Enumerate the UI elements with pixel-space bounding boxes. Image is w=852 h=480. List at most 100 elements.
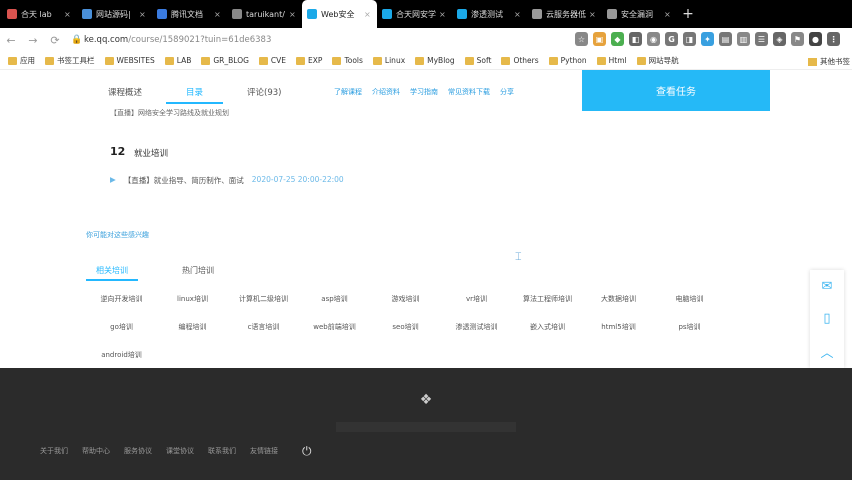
footer-link[interactable]: 关于我们	[40, 446, 68, 456]
tab-close-icon[interactable]: ×	[289, 10, 297, 19]
sub-nav-link[interactable]: 了解课程	[334, 87, 362, 97]
browser-tab[interactable]: 网站源码| ×	[77, 0, 152, 28]
feedback-icon[interactable]: ✉	[817, 276, 837, 296]
new-tab-button[interactable]: +	[677, 0, 699, 28]
browser-tab[interactable]: Web安全 ×	[302, 0, 377, 28]
training-tag-link[interactable]: linux培训	[157, 294, 228, 304]
ext-7-icon[interactable]: ▤	[719, 32, 732, 46]
footer-links: 关于我们 帮助中心 服务协议 课堂协议 联系我们 友情链接	[40, 446, 278, 456]
ext-g-icon[interactable]: G	[665, 32, 678, 46]
training-tag-link[interactable]: html5培训	[583, 322, 654, 332]
training-tag-link[interactable]: 计算机二级培训	[228, 294, 299, 304]
menu-icon[interactable]: ⋮	[827, 32, 840, 46]
bookmark-item[interactable]: WEBSITES	[104, 56, 155, 65]
training-tag-link[interactable]: 电脑培训	[654, 294, 725, 304]
browser-tab[interactable]: 合天网安学 ×	[377, 0, 452, 28]
ext-4-icon[interactable]: ◉	[647, 32, 660, 46]
reload-icon[interactable]: ⟳	[44, 34, 66, 47]
phone-icon[interactable]: ▯	[817, 309, 837, 329]
training-tag-link[interactable]: 大数据培训	[583, 294, 654, 304]
browser-tab[interactable]: 合天 lab ×	[2, 0, 77, 28]
bookmark-item[interactable]: Tools	[332, 56, 363, 65]
bookmark-item[interactable]: 书签工具栏	[45, 55, 95, 66]
training-tag-link[interactable]: c语言培训	[228, 322, 299, 332]
lesson-item-partial[interactable]: 【直播】网络安全学习路线及就业规划	[110, 108, 229, 118]
forward-icon[interactable]: →	[22, 34, 44, 47]
footer-link[interactable]: 帮助中心	[82, 446, 110, 456]
ext-3-icon[interactable]: ◧	[629, 32, 642, 46]
bookmark-item[interactable]: CVE	[258, 56, 286, 65]
course-tab[interactable]: 评论(93)	[239, 82, 289, 104]
tab-close-icon[interactable]: ×	[214, 10, 222, 19]
ext-9-icon[interactable]: ☰	[755, 32, 768, 46]
footer-link[interactable]: 服务协议	[124, 446, 152, 456]
bookmark-item[interactable]: MyBlog	[415, 56, 455, 65]
bookmark-item[interactable]: 应用	[8, 55, 35, 66]
training-tag-link[interactable]: android培训	[86, 350, 157, 360]
related-tab[interactable]: 热门培训	[172, 262, 224, 281]
browser-tab[interactable]: taruikant/ ×	[227, 0, 302, 28]
other-bookmarks[interactable]: 其他书签	[808, 56, 850, 67]
training-tag-link[interactable]: go培训	[86, 322, 157, 332]
footer-link[interactable]: 课堂协议	[166, 446, 194, 456]
bookmark-item[interactable]: Python	[548, 56, 587, 65]
ext-11-icon[interactable]: ⚑	[791, 32, 804, 46]
ext-8-icon[interactable]: ▥	[737, 32, 750, 46]
tab-close-icon[interactable]: ×	[139, 10, 147, 19]
training-tag-link[interactable]: web前端培训	[299, 322, 370, 332]
back-to-top-icon[interactable]: ︿	[817, 342, 837, 362]
tab-close-icon[interactable]: ×	[64, 10, 72, 19]
training-tag-link[interactable]: asp培训	[299, 294, 370, 304]
browser-tab[interactable]: 云服务器低 ×	[527, 0, 602, 28]
ext-5-icon[interactable]: ◨	[683, 32, 696, 46]
power-icon[interactable]: ⏻	[302, 444, 312, 459]
lock-icon[interactable]: 🔒	[70, 35, 84, 45]
url-host: ke.qq.com	[84, 35, 129, 45]
bookmarks-bar: 应用 书签工具栏 WEBSITES LAB GR_BLOG CVE EXP Tools Linu…	[0, 52, 852, 70]
training-tag-link[interactable]: seo培训	[370, 322, 441, 332]
tab-close-icon[interactable]: ×	[364, 10, 372, 19]
bookmark-item[interactable]: Linux	[372, 56, 405, 65]
sub-nav-link[interactable]: 常见资料下载	[448, 87, 490, 97]
footer-link[interactable]: 友情链接	[250, 446, 278, 456]
bookmark-item[interactable]: Soft	[464, 56, 491, 65]
tab-close-icon[interactable]: ×	[589, 10, 597, 19]
browser-tab[interactable]: 渗透测试 ×	[452, 0, 527, 28]
ext-6-icon[interactable]: ✦	[701, 32, 714, 46]
course-tab[interactable]: 课程概述	[100, 82, 150, 104]
training-tag-link[interactable]: 渗透测试培训	[441, 322, 512, 332]
bookmark-item[interactable]: Html	[596, 56, 627, 65]
browser-tab[interactable]: 腾讯文档 ×	[152, 0, 227, 28]
ext-1-icon[interactable]: ▣	[593, 32, 606, 46]
avatar-icon[interactable]: ●	[809, 32, 822, 46]
footer-link[interactable]: 联系我们	[208, 446, 236, 456]
address-bar[interactable]: ke.qq.com/course/1589021?tuin=61de6383	[84, 35, 271, 45]
training-tag-link[interactable]: 编程培训	[157, 322, 228, 332]
bookmark-item[interactable]: Others	[501, 56, 539, 65]
tab-close-icon[interactable]: ×	[664, 10, 672, 19]
bookmark-item[interactable]: LAB	[164, 56, 191, 65]
ext-2-icon[interactable]: ◆	[611, 32, 624, 46]
training-tag-link[interactable]: ps培训	[654, 322, 725, 332]
bookmark-star-icon[interactable]: ☆	[575, 32, 588, 46]
sub-nav-link[interactable]: 分享	[500, 87, 514, 97]
bookmark-item[interactable]: EXP	[296, 56, 322, 65]
browser-tab[interactable]: 安全漏洞 ×	[602, 0, 677, 28]
back-icon[interactable]: ←	[0, 34, 22, 47]
bookmark-item[interactable]: GR_BLOG	[201, 56, 249, 65]
bookmark-item[interactable]: 网站导航	[636, 55, 679, 66]
lesson-item[interactable]: ▶ 【直播】就业指导、简历制作、面试 2020-07-25 20:00-22:0…	[110, 175, 344, 186]
related-tab[interactable]: 相关培训	[86, 262, 138, 281]
training-tag-link[interactable]: 嵌入式培训	[512, 322, 583, 332]
training-tag-link[interactable]: 游戏培训	[370, 294, 441, 304]
training-tag-link[interactable]: vr培训	[441, 294, 512, 304]
training-tag-link[interactable]: 算法工程师培训	[512, 294, 583, 304]
sub-nav-link[interactable]: 学习指南	[410, 87, 438, 97]
ext-10-icon[interactable]: ◈	[773, 32, 786, 46]
view-task-button[interactable]: 查看任务	[582, 70, 770, 111]
training-tag-link[interactable]: 逆向开发培训	[86, 294, 157, 304]
course-tab[interactable]: 目录	[166, 82, 224, 104]
tab-close-icon[interactable]: ×	[439, 10, 447, 19]
tab-close-icon[interactable]: ×	[514, 10, 522, 19]
sub-nav-link[interactable]: 介绍资料	[372, 87, 400, 97]
